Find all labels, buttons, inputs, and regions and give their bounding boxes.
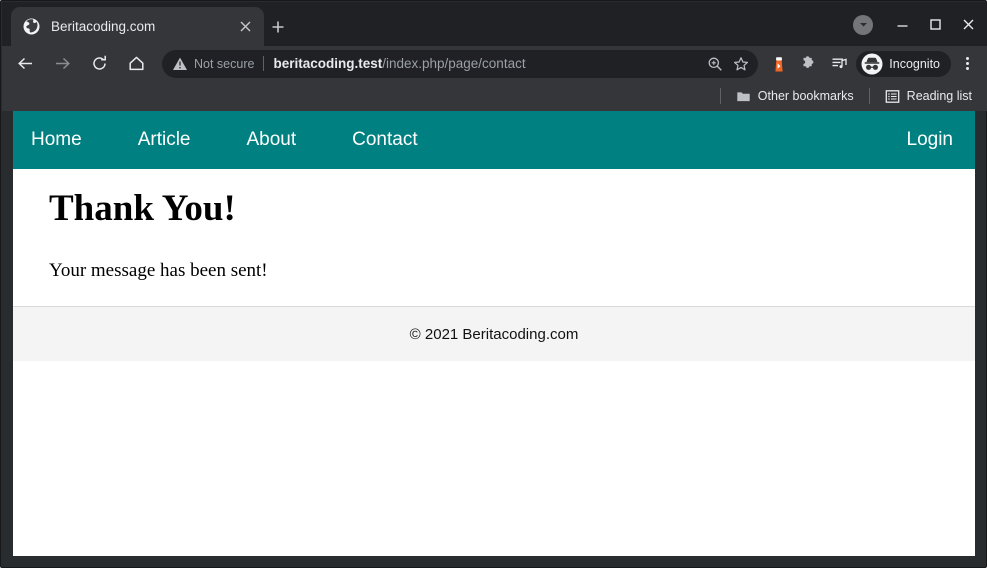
browser-window: Beritacoding.com Not secure beritacoding… bbox=[0, 0, 987, 568]
menu-dot bbox=[965, 57, 969, 60]
star-icon[interactable] bbox=[728, 51, 754, 77]
page-content: Thank You! Your message has been sent! bbox=[13, 169, 975, 282]
browser-tab[interactable]: Beritacoding.com bbox=[11, 7, 264, 46]
lighthouse-icon[interactable] bbox=[766, 51, 792, 77]
url-text: beritacoding.test/index.php/page/contact bbox=[273, 56, 702, 71]
page-title: Thank You! bbox=[49, 188, 236, 229]
address-bar[interactable]: Not secure beritacoding.test/index.php/p… bbox=[162, 49, 759, 78]
reload-icon[interactable] bbox=[85, 50, 113, 78]
reading-list-button[interactable]: Reading list bbox=[880, 84, 977, 108]
bookmarks-divider bbox=[868, 88, 870, 104]
playlist-icon[interactable] bbox=[826, 51, 852, 77]
nav-link-article[interactable]: Article bbox=[138, 129, 191, 151]
zoom-in-icon[interactable] bbox=[702, 51, 728, 77]
puzzle-piece-icon[interactable] bbox=[796, 51, 822, 77]
incognito-icon bbox=[861, 53, 883, 75]
home-icon[interactable] bbox=[122, 50, 150, 78]
three-dots-vertical-icon[interactable] bbox=[953, 50, 981, 78]
tab-strip: Beritacoding.com bbox=[2, 2, 987, 46]
arrow-right-icon bbox=[48, 50, 76, 78]
menu-dot bbox=[965, 62, 969, 65]
window-controls bbox=[853, 8, 985, 41]
url-path: /index.php/page/contact bbox=[382, 56, 526, 71]
site-footer: © 2021 Beritacoding.com bbox=[13, 306, 975, 361]
nav-link-home[interactable]: Home bbox=[31, 129, 82, 151]
incognito-label: Incognito bbox=[889, 56, 940, 71]
bookmarks-bar: Other bookmarks Reading list bbox=[2, 81, 987, 111]
site-navigation-bar: Home Article About Contact Login bbox=[13, 111, 975, 169]
reading-list-icon bbox=[885, 89, 900, 104]
globe-icon bbox=[23, 18, 40, 35]
plus-icon bbox=[272, 21, 284, 33]
minimize-icon[interactable] bbox=[886, 8, 919, 41]
arrow-left-icon[interactable] bbox=[11, 50, 39, 78]
other-bookmarks-label: Other bookmarks bbox=[757, 89, 854, 103]
close-icon[interactable] bbox=[952, 8, 985, 41]
maximize-icon[interactable] bbox=[919, 8, 952, 41]
other-bookmarks-button[interactable]: Other bookmarks bbox=[731, 84, 859, 108]
reading-list-label: Reading list bbox=[906, 89, 972, 103]
footer-copyright: © 2021 Beritacoding.com bbox=[409, 325, 579, 343]
new-tab-button[interactable] bbox=[264, 13, 292, 41]
omnibox-divider bbox=[263, 56, 265, 71]
folder-icon bbox=[736, 89, 751, 104]
confirmation-message: Your message has been sent! bbox=[49, 260, 268, 282]
site-nav-links: Home Article About Contact bbox=[31, 129, 474, 151]
page-viewport: Home Article About Contact Login Thank Y… bbox=[13, 111, 975, 556]
url-host: beritacoding.test bbox=[273, 56, 383, 71]
caret-down-circle-icon[interactable] bbox=[853, 14, 873, 35]
close-icon[interactable] bbox=[233, 15, 257, 39]
bookmarks-divider bbox=[719, 88, 721, 104]
browser-toolbar: Not secure beritacoding.test/index.php/p… bbox=[2, 46, 987, 81]
site-nav-right: Login bbox=[907, 129, 976, 151]
security-status-label: Not secure bbox=[194, 56, 255, 71]
nav-link-login[interactable]: Login bbox=[907, 129, 954, 150]
incognito-indicator[interactable]: Incognito bbox=[856, 50, 951, 77]
warning-triangle-icon[interactable] bbox=[172, 56, 188, 72]
nav-link-about[interactable]: About bbox=[246, 129, 296, 151]
tab-title: Beritacoding.com bbox=[51, 19, 156, 34]
nav-link-contact[interactable]: Contact bbox=[352, 129, 417, 151]
menu-dot bbox=[965, 67, 969, 70]
